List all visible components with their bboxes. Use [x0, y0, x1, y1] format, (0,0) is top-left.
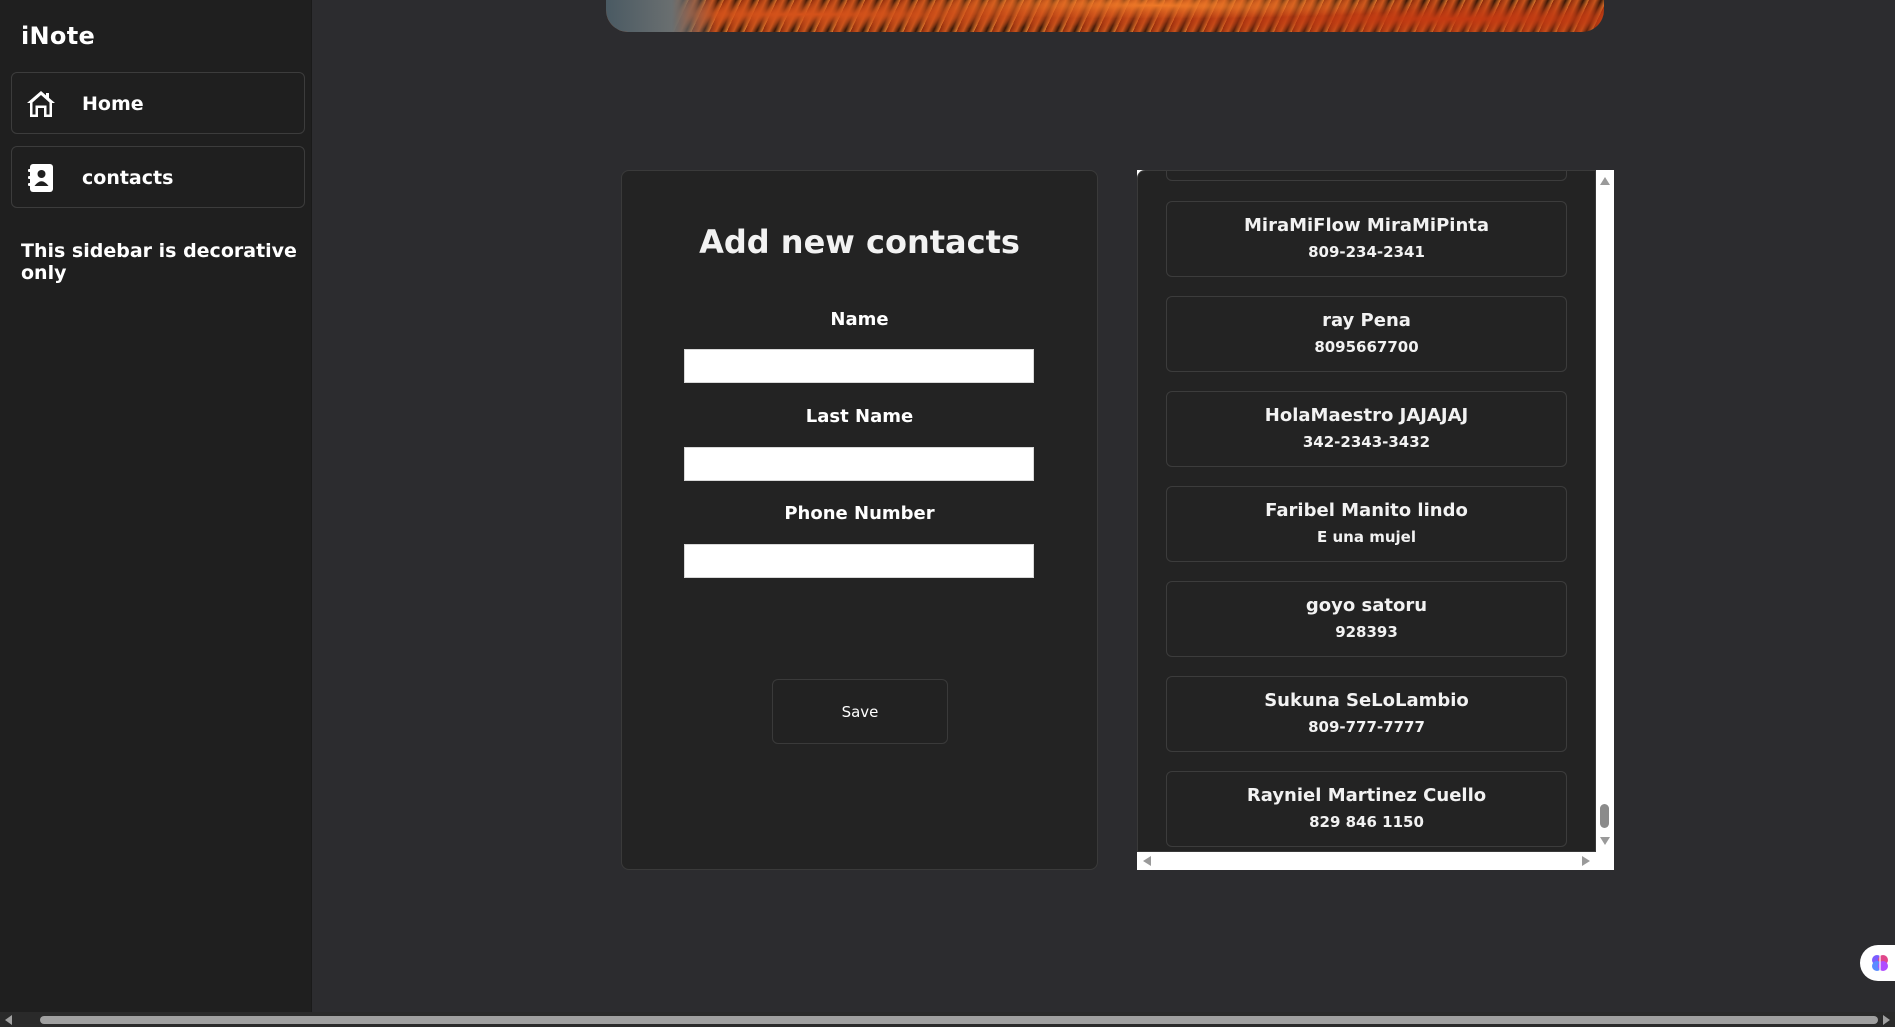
scroll-down-arrow-icon[interactable] [1600, 837, 1610, 845]
contact-card[interactable]: Rayniel Martinez Cuello 829 846 1150 [1166, 771, 1567, 847]
contact-card[interactable]: Sukuna SeLoLambio 809-777-7777 [1166, 676, 1567, 752]
page-horizontal-scrollbar[interactable] [0, 1012, 1895, 1027]
home-icon [24, 87, 58, 121]
page-scroll-right-arrow-icon[interactable] [1883, 1015, 1890, 1025]
sidebar: iNote Home contacts This sidebar is deco… [0, 0, 312, 1012]
phone-number-label: Phone Number [784, 503, 935, 524]
contact-card[interactable]: ray Pena 8095667700 [1166, 296, 1567, 372]
contact-card-partial [1166, 171, 1567, 181]
contact-phone: 8095667700 [1314, 338, 1419, 356]
sidebar-item-label: Home [82, 93, 144, 115]
scrollbar-thumb[interactable] [1600, 804, 1609, 828]
contact-name: Rayniel Martinez Cuello [1246, 785, 1487, 806]
contact-name: ray Pena [1322, 310, 1411, 331]
contact-phone: E una mujel [1317, 528, 1416, 546]
sidebar-item-label: contacts [82, 167, 174, 189]
name-input[interactable] [684, 349, 1034, 383]
contact-name: goyo satoru [1305, 595, 1428, 616]
scroll-left-arrow-icon[interactable] [1143, 856, 1151, 866]
scroll-right-arrow-icon[interactable] [1582, 856, 1590, 866]
contact-phone: 809-234-2341 [1308, 243, 1425, 261]
contact-name: MiraMiFlow MiraMiPinta [1243, 215, 1490, 236]
scroll-up-arrow-icon[interactable] [1600, 177, 1610, 185]
contact-phone: 829 846 1150 [1309, 813, 1424, 831]
page-scrollbar-thumb[interactable] [40, 1016, 1878, 1024]
form-title: Add new contacts [699, 223, 1020, 261]
name-label: Name [830, 309, 889, 330]
contact-phone: 928393 [1335, 623, 1398, 641]
last-name-input[interactable] [684, 447, 1034, 481]
contact-phone: 809-777-7777 [1308, 718, 1425, 736]
save-button[interactable]: Save [772, 679, 948, 744]
contact-card[interactable]: Faribel Manito lindo E una mujel [1166, 486, 1567, 562]
contacts-horizontal-scrollbar[interactable] [1137, 852, 1596, 870]
last-name-label: Last Name [805, 406, 914, 427]
contact-card[interactable]: MiraMiFlow MiraMiPinta 809-234-2341 [1166, 201, 1567, 277]
app-brand: iNote [21, 22, 96, 50]
page-scroll-left-arrow-icon[interactable] [5, 1015, 12, 1025]
contact-card[interactable]: goyo satoru 928393 [1166, 581, 1567, 657]
sidebar-item-home[interactable]: Home [11, 72, 305, 134]
contacts-vertical-scrollbar[interactable] [1596, 170, 1614, 852]
assistant-bubble-button[interactable] [1860, 945, 1895, 981]
contact-card[interactable]: HolaMaestro JAJAJAJ 342-2343-3432 [1166, 391, 1567, 467]
phone-number-input[interactable] [684, 544, 1034, 578]
brain-icon [1870, 953, 1890, 973]
contacts-list-panel: MiraMiFlow MiraMiPinta 809-234-2341 ray … [1137, 170, 1614, 870]
contact-name: Faribel Manito lindo [1265, 500, 1468, 521]
contact-book-icon [24, 161, 58, 195]
contact-name: HolaMaestro JAJAJAJ [1264, 405, 1469, 426]
contacts-list[interactable]: MiraMiFlow MiraMiPinta 809-234-2341 ray … [1137, 170, 1596, 852]
contact-name: Sukuna SeLoLambio [1264, 690, 1469, 711]
contact-phone: 342-2343-3432 [1302, 433, 1431, 451]
add-contact-form: Add new contacts Name Last Name Phone Nu… [621, 170, 1098, 870]
sidebar-item-contacts[interactable]: contacts [11, 146, 305, 208]
sidebar-note: This sidebar is decorative only [21, 240, 297, 284]
header-banner-image [606, 0, 1604, 32]
